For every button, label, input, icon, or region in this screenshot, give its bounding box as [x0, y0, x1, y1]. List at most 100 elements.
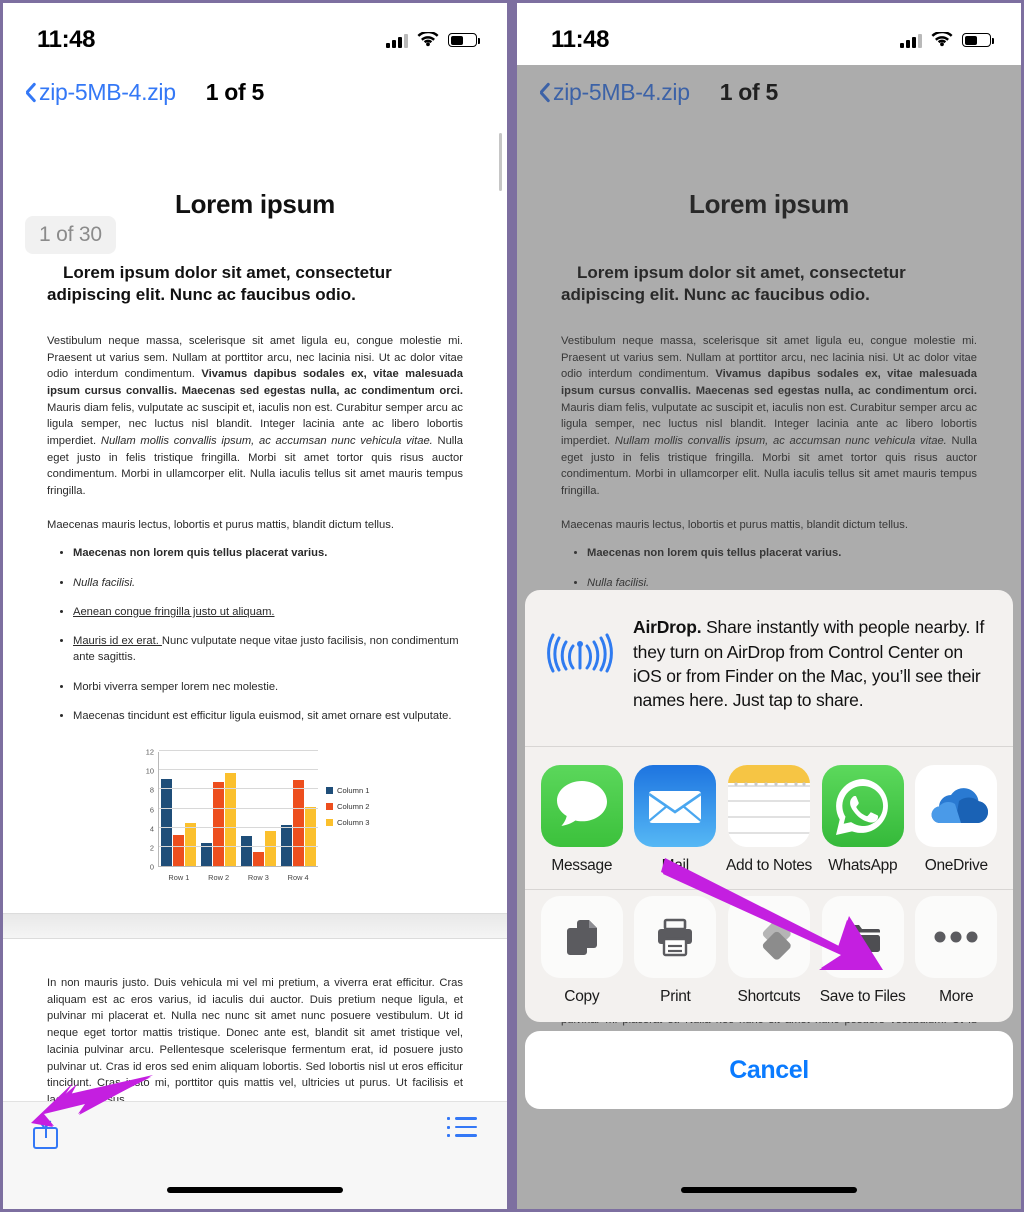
chevron-left-icon	[21, 80, 34, 104]
app-share-row: Message Mail Add to Notes WhatsApp OneDr…	[525, 747, 1013, 889]
share-target-whatsapp[interactable]: WhatsApp	[820, 765, 906, 875]
chart-gridline	[159, 807, 318, 809]
chart-x-tick: Row 2	[208, 873, 230, 883]
mail-app-icon	[634, 765, 717, 847]
chart-legend-item: Column 1	[326, 786, 370, 795]
cellular-bars-icon	[900, 33, 922, 48]
embedded-bar-chart: Row 1 Row 2 Row 3 Row 4 0 2 4 6 8 10 12 Column 1C…	[130, 746, 380, 891]
chart-bar	[173, 835, 185, 867]
chart-bar	[304, 806, 316, 867]
chart-bar	[292, 779, 304, 867]
bullet-text: Maecenas tincidunt est efficitur ligula …	[73, 709, 452, 722]
chart-x-tick-labels: Row 1 Row 2 Row 3 Row 4	[159, 873, 318, 882]
vertical-scrollbar[interactable]	[499, 133, 502, 191]
chart-bar	[225, 773, 237, 867]
wifi-icon	[931, 32, 953, 47]
document-page2-paragraph: In non mauris justo. Duis vehicula mi ve…	[47, 977, 463, 1106]
chart-bar	[161, 778, 173, 867]
bottom-toolbar	[3, 1101, 507, 1209]
wifi-icon	[417, 32, 439, 47]
document-viewer[interactable]: 1 of 30 Lorem ipsum Lorem ipsum dolor si…	[3, 119, 507, 1209]
para-part-d: Nullam mollis convallis ipsum, ac accums…	[100, 435, 433, 447]
chart-legend-item: Column 2	[326, 802, 370, 811]
chart-gridline	[159, 826, 318, 828]
chart-legend: Column 1 Column 2 Column 3	[326, 786, 370, 834]
chart-legend-swatch	[326, 819, 333, 827]
chart-bar	[252, 851, 264, 867]
back-button-label: zip-5MB-4.zip	[39, 78, 176, 105]
share-target-label: OneDrive	[924, 857, 988, 874]
document-page-2: In non mauris justo. Duis vehicula mi ve…	[3, 975, 507, 1109]
print-action[interactable]: Print	[633, 896, 719, 1006]
share-target-notes[interactable]: Add to Notes	[726, 765, 812, 875]
cancel-button[interactable]: Cancel	[525, 1031, 1013, 1109]
chart-legend-item: Column 3	[326, 818, 370, 827]
chart-gridline	[159, 750, 318, 752]
onedrive-app-icon	[915, 765, 998, 847]
document-paragraph-1: Vestibulum neque massa, scelerisque sit …	[47, 333, 463, 500]
whatsapp-app-icon	[821, 765, 904, 847]
chart-plot-area: Row 1 Row 2 Row 3 Row 4	[158, 750, 318, 882]
bullet-text: Maecenas non lorem quis tellus placerat …	[73, 547, 328, 560]
chart-bar	[240, 836, 252, 867]
action-label: Save to Files	[819, 988, 906, 1005]
share-target-message[interactable]: Message	[539, 765, 625, 875]
ellipsis-icon	[915, 896, 998, 978]
bullet-text: Nulla facilisi.	[73, 576, 136, 589]
battery-icon	[962, 33, 994, 47]
list-item: Maecenas tincidunt est efficitur ligula …	[73, 708, 463, 724]
airdrop-icon	[547, 616, 613, 682]
share-icon[interactable]	[33, 1116, 58, 1149]
navigation-bar: zip-5MB-4.zip 1 of 5	[3, 65, 507, 119]
status-indicators	[900, 32, 994, 48]
action-label: More	[939, 988, 974, 1005]
airdrop-title: AirDrop.	[633, 617, 702, 638]
status-indicators	[386, 32, 480, 48]
document-page-1: 1 of 30 Lorem ipsum Lorem ipsum dolor si…	[3, 189, 507, 892]
list-view-icon[interactable]	[447, 1116, 477, 1138]
screenshot-stage: 11:48 zip-5MB-4.zip 1 of 5 1 of 30 Lorem…	[0, 0, 1024, 1212]
chart-legend-swatch	[326, 803, 333, 811]
phone-screen-right: 11:48 zip-5MB-4.zip 1 of 5 Lorem ipsum L…	[517, 3, 1021, 1209]
folder-icon	[821, 896, 904, 978]
share-target-mail[interactable]: Mail	[633, 765, 719, 875]
airdrop-description: AirDrop. Share instantly with people nea…	[633, 612, 991, 712]
share-target-label: Add to Notes	[726, 857, 813, 874]
bullet-lead: Mauris id ex erat.	[73, 635, 162, 648]
shortcuts-icon	[727, 896, 810, 978]
chart-gridline	[159, 788, 318, 790]
list-item: Maecenas non lorem quis tellus placerat …	[73, 545, 463, 561]
back-button[interactable]: zip-5MB-4.zip	[21, 79, 176, 106]
notes-app-icon	[728, 765, 810, 847]
cellular-bars-icon	[386, 33, 408, 48]
chart-legend-swatch	[326, 787, 333, 795]
chart-bar	[185, 822, 197, 867]
shortcuts-action[interactable]: Shortcuts	[726, 896, 812, 1006]
page-separator	[3, 913, 507, 940]
list-item: Morbi viverra semper lorem nec molestie.	[73, 679, 463, 695]
airdrop-section[interactable]: AirDrop. Share instantly with people nea…	[525, 590, 1013, 746]
share-sheet-card: AirDrop. Share instantly with people nea…	[525, 590, 1013, 1022]
document-scroll-area[interactable]: 1 of 30 Lorem ipsum Lorem ipsum dolor si…	[3, 119, 507, 1209]
action-label: Shortcuts	[737, 988, 801, 1005]
share-target-onedrive[interactable]: OneDrive	[914, 765, 1000, 875]
save-to-files-action[interactable]: Save to Files	[820, 896, 906, 1006]
chart-bar	[264, 830, 276, 867]
page-title: 1 of 5	[205, 78, 265, 105]
copy-action[interactable]: Copy	[539, 896, 625, 1006]
bullet-text: Morbi viverra semper lorem nec molestie.	[73, 680, 279, 693]
share-target-label: Mail	[661, 857, 690, 874]
more-action[interactable]: More	[913, 896, 999, 1006]
chart-x-tick: Row 1	[168, 873, 190, 883]
list-item: Nulla facilisi.	[73, 575, 463, 591]
document-bullet-list: Maecenas non lorem quis tellus placerat …	[73, 545, 463, 724]
chart-gridline	[159, 845, 318, 847]
status-bar: 11:48	[3, 3, 507, 65]
bullet-text: Aenean congue fringilla justo ut aliquam…	[73, 605, 275, 618]
action-label: Copy	[564, 988, 600, 1005]
status-time: 11:48	[551, 26, 610, 53]
chart-y-tick: 4	[149, 824, 154, 834]
chart-x-tick: Row 4	[287, 873, 309, 883]
printer-icon	[634, 896, 717, 978]
chart-legend-label: Column 1	[337, 786, 370, 796]
